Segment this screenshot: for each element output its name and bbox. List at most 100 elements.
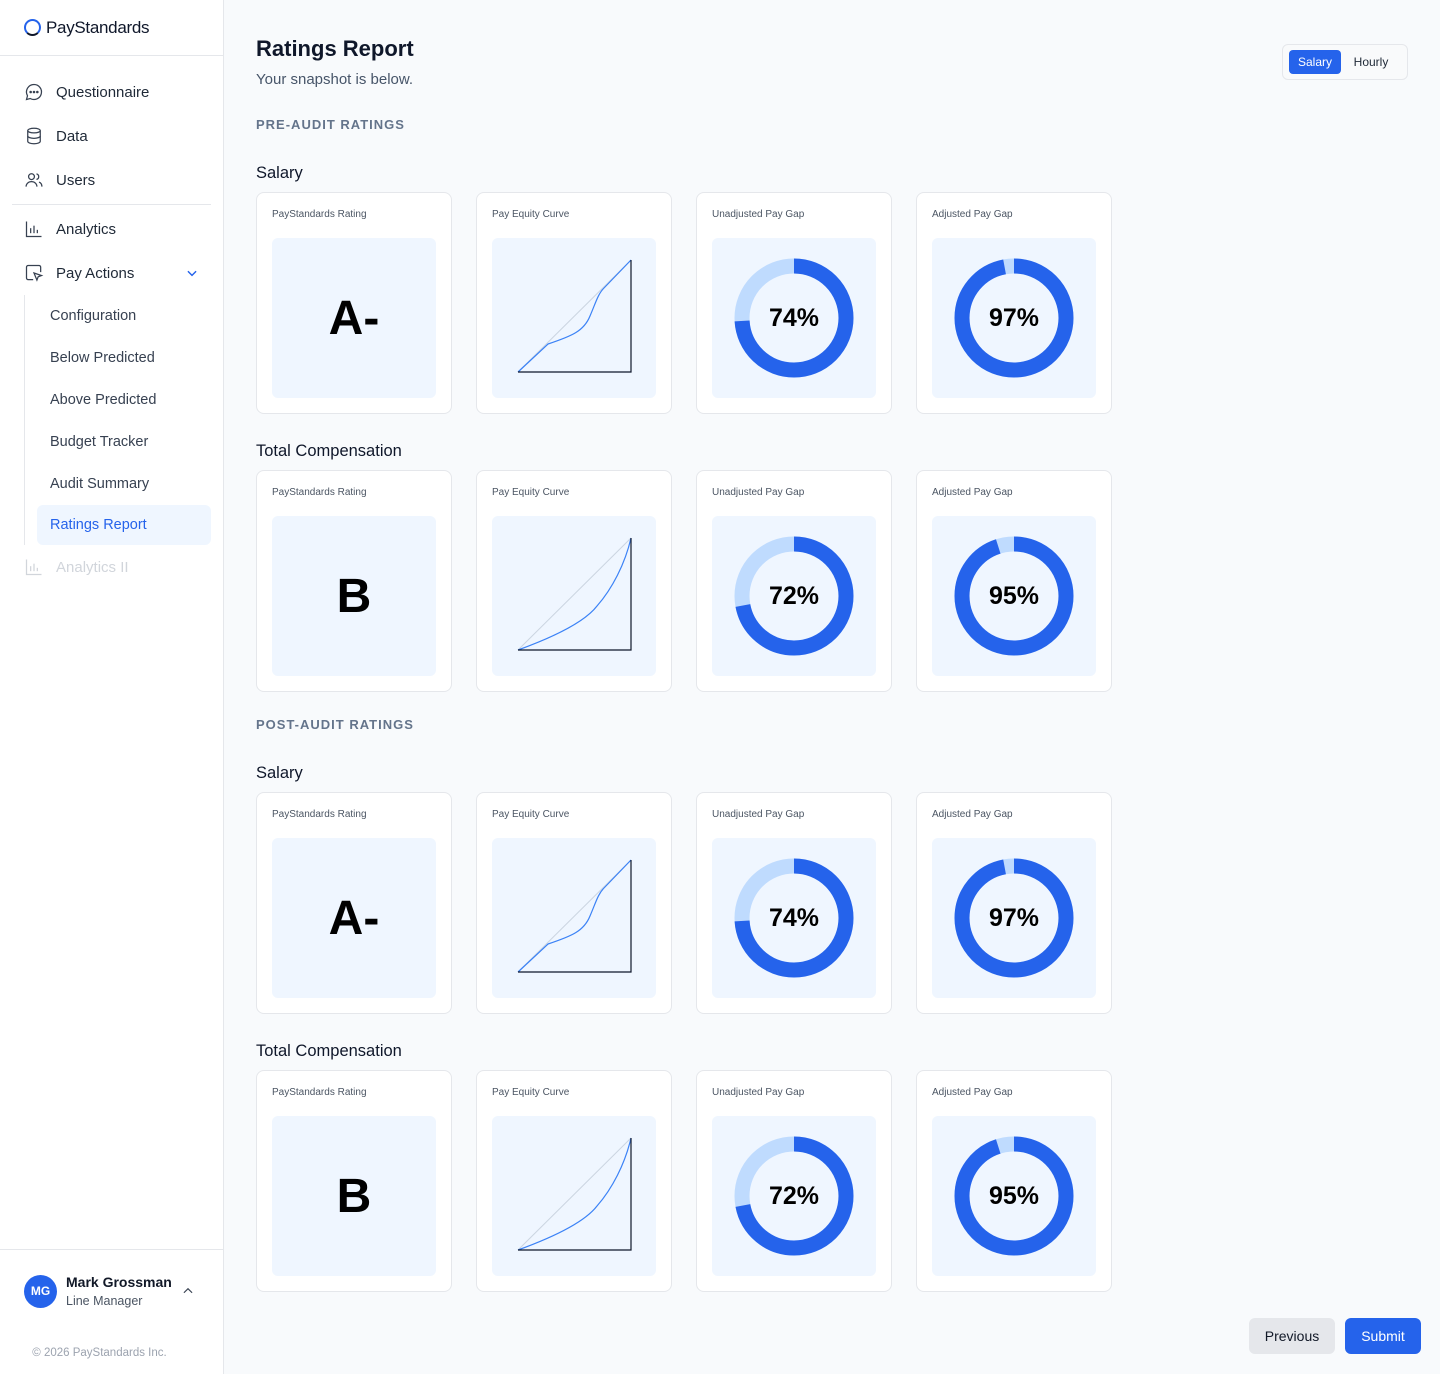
card-body	[492, 516, 656, 676]
toggle-salary-button[interactable]: Salary	[1289, 50, 1341, 74]
donut-chart: 72%	[734, 1136, 854, 1256]
pay-equity-curve	[492, 836, 656, 1001]
donut-value-label: 72%	[768, 581, 820, 610]
donut-chart: 74%	[734, 258, 854, 378]
card-body: 72%	[712, 516, 876, 676]
rating-grade: B	[336, 569, 372, 623]
card-label: Unadjusted Pay Gap	[712, 209, 805, 220]
bar-chart-icon	[25, 221, 42, 238]
card-label: Unadjusted Pay Gap	[712, 809, 805, 820]
donut-value-label: 97%	[988, 903, 1040, 932]
sidebar-item-pay-actions[interactable]: Pay Actions	[12, 251, 211, 295]
card-label: Pay Equity Curve	[492, 487, 570, 498]
sidebar-item-label: Questionnaire	[56, 83, 150, 101]
section-label: PRE-AUDIT RATINGS	[256, 117, 405, 132]
donut-chart: 97%	[954, 858, 1074, 978]
curve-svg	[517, 1137, 632, 1251]
pay-equity-curve-card: Pay Equity Curve	[476, 192, 672, 414]
sidebar-item-data[interactable]: Data	[12, 114, 211, 158]
card-label: Pay Equity Curve	[492, 209, 570, 220]
avatar: MG	[24, 1274, 57, 1308]
card-label: PayStandards Rating	[272, 209, 367, 220]
logo-text: PayStandards	[46, 17, 150, 37]
curve-svg	[517, 537, 632, 651]
card-body: 95%	[932, 1116, 1096, 1276]
donut-value-label: 72%	[768, 1181, 820, 1210]
card-body: B	[272, 516, 436, 676]
group-title: Total Compensation	[256, 1042, 402, 1060]
pay-equity-curve-card: Pay Equity Curve	[476, 470, 672, 692]
card-body	[492, 1116, 656, 1276]
sidebar-item-users[interactable]: Users	[12, 158, 211, 202]
user-panel: MG Mark Grossman Line Manager © 2026 Pay…	[0, 1249, 223, 1359]
pay-equity-curve	[492, 236, 656, 401]
donut-value-label: 97%	[988, 303, 1040, 332]
unadjusted-pay-gap-card: Unadjusted Pay Gap 74%	[696, 192, 892, 414]
rating-grade: B	[336, 1169, 372, 1223]
footer-actions: Previous Submit	[1249, 1318, 1421, 1354]
donut-value-label: 95%	[988, 1181, 1040, 1210]
chevron-down-icon[interactable]	[185, 266, 199, 280]
sidebar-subitem-ratings-report[interactable]: Ratings Report	[37, 505, 211, 545]
card-body: 72%	[712, 1116, 876, 1276]
card-body: A-	[272, 238, 436, 398]
donut-chart: 97%	[954, 258, 1074, 378]
card-body	[492, 238, 656, 398]
sidebar-subitem-audit-summary[interactable]: Audit Summary	[37, 463, 211, 505]
sidebar-subitem-below-predicted[interactable]: Below Predicted	[37, 337, 211, 379]
equity-diagonal	[517, 1137, 632, 1250]
donut-value-label: 74%	[768, 903, 820, 932]
sidebar-item-analytics-ii: Analytics II	[12, 545, 211, 589]
card-label: PayStandards Rating	[272, 1087, 367, 1098]
rating-grade: A-	[328, 291, 380, 345]
card-body: 97%	[932, 838, 1096, 998]
pay-equity-curve	[492, 1114, 656, 1279]
sidebar-item-label: Analytics II	[56, 558, 129, 576]
sidebar-item-label: Users	[56, 171, 96, 189]
sidebar: PayStandards Questionnaire Data Users An…	[0, 0, 224, 1374]
card-label: Adjusted Pay Gap	[932, 809, 1013, 820]
sidebar-subitem-configuration[interactable]: Configuration	[37, 295, 211, 337]
card-label: Adjusted Pay Gap	[932, 487, 1013, 498]
rating-cards: PayStandards Rating A- Pay Equity Curve Una…	[256, 192, 1112, 414]
chat-bubble-icon	[25, 83, 43, 101]
card-label: Adjusted Pay Gap	[932, 1087, 1013, 1098]
sidebar-subitem-budget-tracker[interactable]: Budget Tracker	[37, 421, 211, 463]
sidebar-subitem-above-predicted[interactable]: Above Predicted	[37, 379, 211, 421]
section-label: POST-AUDIT RATINGS	[256, 717, 414, 732]
adjusted-pay-gap-card: Adjusted Pay Gap 97%	[916, 192, 1112, 414]
group-title: Total Compensation	[256, 442, 402, 460]
card-body: 74%	[712, 838, 876, 998]
card-body	[492, 838, 656, 998]
curve-svg	[517, 859, 632, 973]
donut-chart: 95%	[954, 1136, 1074, 1256]
rating-card: PayStandards Rating A-	[256, 792, 452, 1014]
page-title: Ratings Report	[256, 36, 414, 61]
card-label: PayStandards Rating	[272, 487, 367, 498]
rating-cards: PayStandards Rating A- Pay Equity Curve Una…	[256, 792, 1112, 1014]
submit-button[interactable]: Submit	[1345, 1318, 1421, 1354]
rating-grade: A-	[328, 891, 380, 945]
sidebar-item-questionnaire[interactable]: Questionnaire	[12, 70, 211, 114]
sidebar-item-analytics[interactable]: Analytics	[12, 207, 211, 251]
chevron-up-icon[interactable]	[181, 1284, 195, 1298]
previous-button[interactable]: Previous	[1249, 1318, 1335, 1354]
sidebar-item-label: Data	[56, 127, 88, 145]
cursor-click-icon	[25, 264, 44, 282]
bar-chart-icon	[25, 559, 42, 576]
user-menu[interactable]: MG Mark Grossman Line Manager	[24, 1274, 199, 1308]
sidebar-item-label: Pay Actions	[56, 264, 135, 282]
donut-chart: 72%	[734, 536, 854, 656]
rating-card: PayStandards Rating A-	[256, 192, 452, 414]
unadjusted-pay-gap-card: Unadjusted Pay Gap 74%	[696, 792, 892, 1014]
toggle-hourly-button[interactable]: Hourly	[1341, 50, 1401, 74]
card-body: 97%	[932, 238, 1096, 398]
group-title: Salary	[256, 164, 303, 182]
adjusted-pay-gap-card: Adjusted Pay Gap 95%	[916, 470, 1112, 692]
card-label: Adjusted Pay Gap	[932, 209, 1013, 220]
logo[interactable]: PayStandards	[0, 0, 223, 56]
rating-card: PayStandards Rating B	[256, 470, 452, 692]
equity-diagonal	[517, 537, 632, 650]
database-icon	[27, 127, 41, 145]
card-label: Pay Equity Curve	[492, 809, 570, 820]
